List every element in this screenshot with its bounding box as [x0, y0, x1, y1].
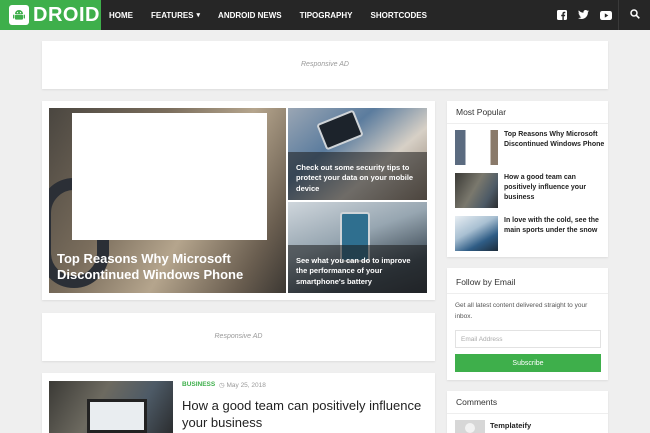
search-button[interactable]: [618, 0, 650, 30]
site-name: DROID: [33, 3, 100, 26]
laptop-image: [87, 399, 147, 433]
post-date: ◷ May 25, 2018: [219, 381, 266, 389]
post-thumbnail[interactable]: [49, 381, 173, 433]
follow-description: Get all latest content delivered straigh…: [455, 302, 588, 320]
widget-title: Comments: [456, 397, 498, 407]
featured-main-title[interactable]: Top Reasons Why Microsoft Discontinued W…: [57, 251, 277, 283]
popular-thumb-2[interactable]: [455, 173, 498, 208]
twitter-icon[interactable]: [577, 9, 590, 22]
middle-ad-banner[interactable]: Responsive AD: [42, 313, 435, 361]
nav-label: SHORTCODES: [370, 10, 427, 20]
widget-title: Follow by Email: [456, 277, 516, 287]
divider: [447, 293, 608, 294]
image-placeholder: [72, 113, 267, 240]
android-icon: [9, 5, 29, 25]
popular-thumb-1[interactable]: [455, 130, 498, 165]
clock-icon: ◷: [219, 382, 225, 389]
divider: [447, 123, 608, 124]
divider: [447, 413, 608, 414]
post-category[interactable]: BUSINESS: [182, 381, 215, 388]
youtube-icon[interactable]: [599, 9, 612, 22]
widget-title: Most Popular: [456, 107, 507, 117]
site-logo[interactable]: DROID: [0, 0, 101, 30]
featured-main-post[interactable]: Top Reasons Why Microsoft Discontinued W…: [49, 108, 286, 293]
phone-image: [316, 109, 364, 151]
featured-side-post-1[interactable]: Check out some security tips to protect …: [288, 108, 427, 200]
featured-side-title-1[interactable]: Check out some security tips to protect …: [296, 163, 422, 195]
nav-item-android-news[interactable]: ANDROID NEWS: [218, 11, 282, 20]
nav-label: TIPOGRAPHY: [299, 10, 353, 20]
most-popular-widget: Most Popular Top Reasons Why Microsoft D…: [447, 101, 608, 257]
chevron-down-icon: ▾: [196, 12, 201, 19]
nav-item-shortcodes[interactable]: SHORTCODES: [371, 11, 427, 20]
popular-title-1[interactable]: Top Reasons Why Microsoft Discontinued W…: [504, 130, 610, 150]
post-title[interactable]: How a good team can positively influence…: [182, 397, 437, 431]
nav-item-tipography[interactable]: TIPOGRAPHY: [300, 11, 353, 20]
nav-label: HOME: [109, 10, 133, 20]
search-icon: [629, 6, 640, 24]
site-header: DROID HOME FEATURES ▾ ANDROID NEWS TIPOGR…: [0, 0, 650, 30]
popular-title-2[interactable]: How a good team can positively influence…: [504, 173, 610, 203]
main-nav: HOME FEATURES ▾ ANDROID NEWS TIPOGRAPHY S…: [109, 0, 445, 30]
popular-thumb-3[interactable]: [455, 216, 498, 251]
featured-side-title-2[interactable]: See what you can do to improve the perfo…: [296, 256, 422, 288]
avatar[interactable]: [455, 420, 485, 433]
top-ad-banner[interactable]: Responsive AD: [42, 41, 608, 89]
featured-side-post-2[interactable]: See what you can do to improve the perfo…: [288, 202, 427, 293]
email-field[interactable]: [455, 330, 601, 348]
social-links: [546, 0, 612, 30]
ad-label: Responsive AD: [301, 61, 349, 68]
nav-item-features[interactable]: FEATURES ▾: [151, 11, 200, 20]
nav-item-home[interactable]: HOME: [109, 11, 133, 20]
subscribe-button[interactable]: Subscribe: [455, 354, 601, 372]
facebook-icon[interactable]: [555, 9, 568, 22]
popular-title-3[interactable]: In love with the cold, see the main spor…: [504, 216, 610, 236]
nav-label: FEATURES: [151, 10, 194, 20]
post-date-text: May 25, 2018: [226, 382, 266, 389]
nav-label: ANDROID NEWS: [218, 10, 282, 20]
ad-label: Responsive AD: [214, 333, 263, 340]
comment-author[interactable]: Templateify: [490, 421, 531, 430]
